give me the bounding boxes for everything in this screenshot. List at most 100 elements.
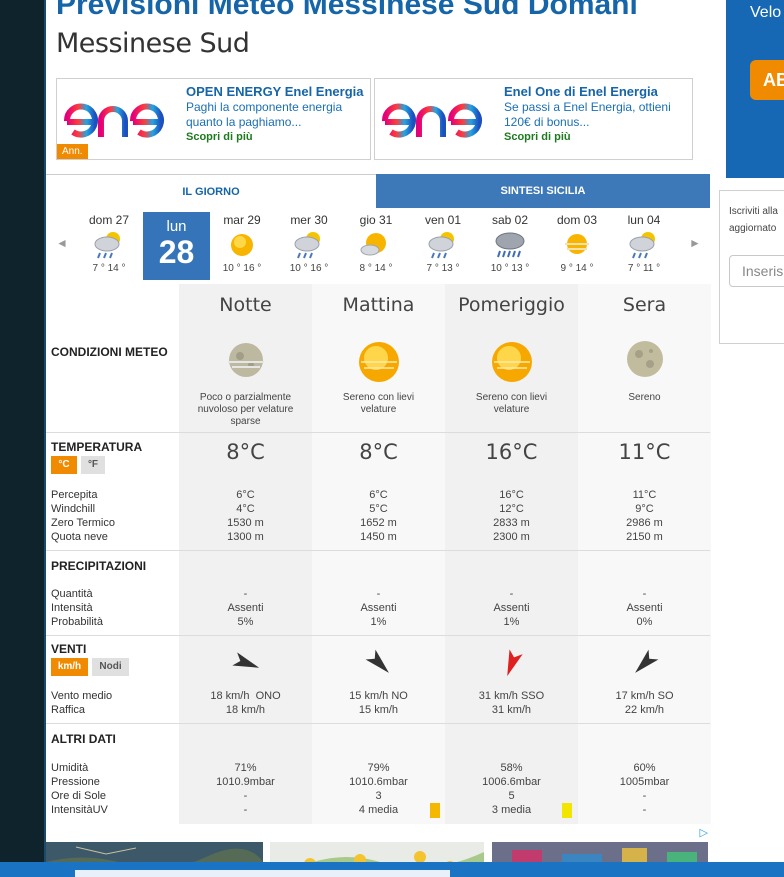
ad-choices-icon[interactable]: ▷	[700, 826, 708, 839]
page-title: Previsioni Meteo Messinese Sud Domani	[56, 0, 638, 21]
value-intensita: Assenti	[493, 602, 530, 614]
label-pressione: Pressione	[51, 776, 100, 788]
label-raffica: Raffica	[51, 704, 86, 716]
value-quota-neve: 2300 m	[493, 531, 530, 543]
value-percepita: 11°C	[632, 489, 657, 501]
value-pressione: 1006.6mbar	[482, 776, 541, 788]
value-probabilita: 1%	[503, 616, 520, 628]
other-values: 79% 1010.6mbar 3 4 media	[312, 761, 445, 817]
ad-cta-link[interactable]: Scopri di più	[504, 131, 571, 143]
unit-kmh-button[interactable]: km/h	[51, 658, 88, 676]
day-item[interactable]: gio 31 8 ° 14 °	[343, 210, 409, 280]
wind-direction-arrow-icon	[578, 646, 711, 680]
forecast-table: Notte Mattina Pomeriggio Sera CONDIZIONI…	[46, 284, 711, 824]
label-quantita: Quantità	[51, 588, 93, 600]
sun-cloud-icon	[343, 227, 409, 263]
value-pressione: 1010.6mbar	[349, 776, 408, 788]
period-temperature: 8°C	[226, 440, 265, 464]
ad-banner-open-energy[interactable]: OPEN ENERGY Enel Energia Paghi la compon…	[56, 78, 371, 160]
value-raffica: 15 km/h	[358, 704, 399, 716]
day-item[interactable]: dom 27 7 ° 14 °	[76, 210, 142, 280]
other-row-labels: Umidità Pressione Ore di Sole IntensitàU…	[51, 761, 108, 817]
value-umidita: 60%	[633, 762, 656, 774]
unit-celsius-button[interactable]: °C	[51, 456, 77, 474]
ad-cta-link[interactable]: Scopri di più	[186, 131, 253, 143]
day-temps: 7 ° 14 °	[92, 263, 126, 274]
day-temps: 7 ° 11 °	[627, 263, 661, 274]
value-vento-medio: 31 km/h SSO	[478, 690, 545, 702]
wind-row-labels: Vento medio Raffica	[51, 689, 112, 717]
newsletter-email-input[interactable]: Inseris	[729, 255, 784, 287]
period-sera: Sera	[622, 294, 667, 316]
value-ore-di-sole: -	[642, 790, 647, 802]
section-temperature: TEMPERATURA	[51, 440, 143, 454]
day-label: ven 01	[424, 213, 462, 227]
value-windchill: 12°C	[499, 503, 524, 515]
day-item[interactable]: mar 29 10 ° 16 °	[209, 210, 275, 280]
temperature-values: 6°C 4°C 1530 m 1300 m	[179, 488, 312, 544]
value-zero-termico: 1530 m	[227, 517, 264, 529]
day-temps: 7 ° 13 °	[426, 263, 460, 274]
wind-direction-arrow-icon	[445, 646, 578, 680]
row-divider	[46, 432, 710, 433]
label-zero-termico: Zero Termico	[51, 517, 115, 529]
period-mattina: Mattina	[342, 294, 415, 316]
main-content: Previsioni Meteo Messinese Sud Domani Me…	[46, 0, 711, 877]
uv-indicator	[430, 803, 440, 818]
selected-day[interactable]: lun 28	[143, 212, 210, 280]
value-raffica: 31 km/h	[491, 704, 532, 716]
moon-partly-cloudy-icon	[179, 338, 312, 382]
temperature-values: 11°C 9°C 2986 m 2150 m	[578, 488, 711, 544]
newsletter-text-line: Iscriviti alla	[729, 206, 778, 217]
newsletter-text-line: aggiornato	[729, 223, 777, 234]
ad-text: Paghi la componente energia quanto la pa…	[186, 100, 343, 129]
wind-values: 31 km/h SSO 31 km/h	[445, 689, 578, 717]
label-quota-neve: Quota neve	[51, 531, 108, 543]
day-label: dom 03	[556, 213, 598, 227]
day-item[interactable]: sab 02 10 ° 13 °	[477, 210, 543, 280]
day-temps: 9 ° 14 °	[560, 263, 594, 274]
value-quota-neve: 2150 m	[626, 531, 663, 543]
value-probabilita: 5%	[237, 616, 254, 628]
promo-button[interactable]: AB	[750, 60, 784, 100]
period-temperature: 11°C	[618, 440, 671, 464]
value-quota-neve: 1450 m	[360, 531, 397, 543]
value-intensita: Assenti	[227, 602, 264, 614]
row-divider	[46, 635, 710, 636]
day-item[interactable]: mer 30 10 ° 16 °	[276, 210, 342, 280]
prev-day-arrow-icon[interactable]: ◄	[56, 236, 68, 250]
ad-banner-enel-one[interactable]: Enel One di Enel Energia Se passi a Enel…	[374, 78, 693, 160]
next-day-arrow-icon[interactable]: ►	[689, 236, 701, 250]
tab-sintesi-sicilia[interactable]: SINTESI SICILIA	[376, 174, 710, 208]
other-values: 58% 1006.6mbar 5 3 media	[445, 761, 578, 817]
value-quantita: -	[376, 588, 381, 600]
period-pomeriggio: Pomeriggio	[458, 294, 565, 316]
value-umidita: 71%	[234, 762, 257, 774]
ad-title[interactable]: Enel One di Enel Energia	[504, 84, 658, 99]
tab-il-giorno[interactable]: IL GIORNO	[46, 174, 376, 208]
value-percepita: 6°C	[236, 489, 255, 501]
value-vento-medio: 18 km/h ONO	[210, 690, 281, 702]
day-label: gio 31	[359, 213, 393, 227]
uv-indicator	[562, 803, 572, 818]
value-pressione: 1010.9mbar	[216, 776, 275, 788]
unit-fahrenheit-button[interactable]: °F	[81, 456, 105, 474]
ad-title[interactable]: OPEN ENERGY Enel Energia	[186, 84, 363, 99]
newsletter-box: Iscriviti alla aggiornato Inseris	[719, 190, 784, 344]
day-item[interactable]: ven 01 7 ° 13 °	[410, 210, 476, 280]
label-percepita: Percepita	[51, 489, 98, 501]
unit-knots-button[interactable]: Nodi	[92, 658, 129, 676]
condition-description: Sereno	[628, 392, 661, 403]
precipitation-values: - Assenti 1%	[445, 587, 578, 629]
wind-values: 15 km/h NO 15 km/h	[312, 689, 445, 717]
day-item[interactable]: lun 04 7 ° 11 °	[611, 210, 677, 280]
value-vento-medio: 17 km/h SO	[615, 690, 674, 702]
value-percepita: 6°C	[369, 489, 388, 501]
day-item[interactable]: dom 03 9 ° 14 °	[544, 210, 610, 280]
bottom-search-input[interactable]	[75, 870, 450, 877]
wind-values: 17 km/h SO 22 km/h	[578, 689, 711, 717]
period-temperature: 16°C	[485, 440, 538, 464]
wind-values: 18 km/h ONO 18 km/h	[179, 689, 312, 717]
label-windchill: Windchill	[51, 503, 96, 515]
value-intensita-uv: -	[243, 804, 248, 816]
